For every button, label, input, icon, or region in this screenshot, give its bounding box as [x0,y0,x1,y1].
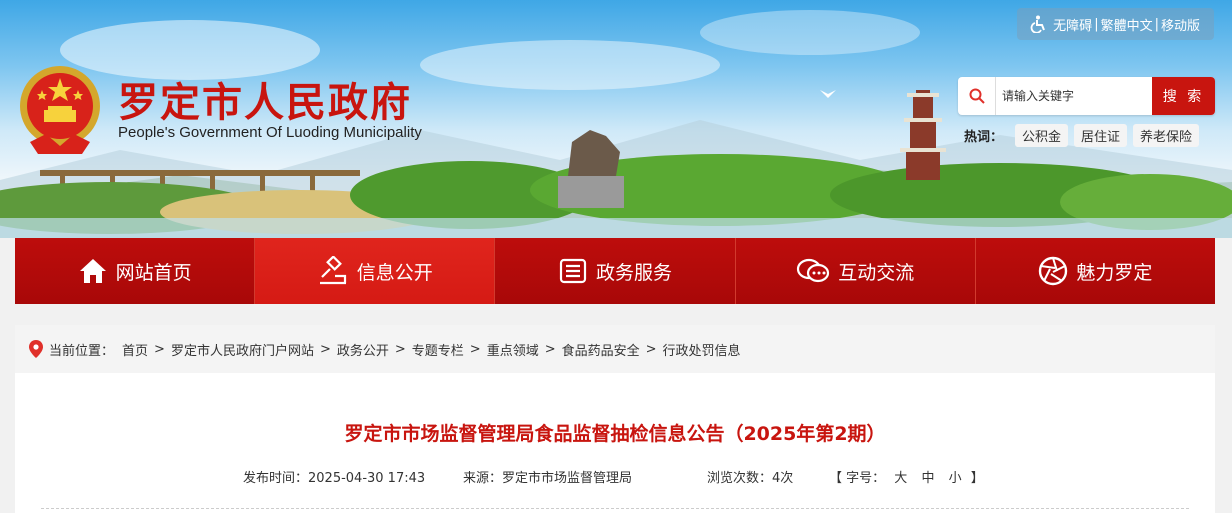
traditional-chinese-link[interactable]: 繁體中文 [1101,15,1153,34]
chat-icon [797,258,830,283]
separator: | [1154,16,1159,32]
search-icon [958,88,995,104]
breadcrumb-separator: > [394,341,406,357]
hot-keywords: 热词： 公积金 居住证 养老保险 [964,124,1205,147]
search-button[interactable]: 搜 索 [1152,77,1215,115]
cloud [420,40,720,90]
breadcrumb-separator: > [154,341,165,357]
main-nav: 网站首页 信息公开 政务服务 互动交流 魅力罗定 [15,238,1216,304]
camera-aperture-icon [1039,256,1068,286]
nav-charming-luoding-label: 魅力罗定 [1076,261,1153,284]
article-title: 罗定市市场监督管理局食品监督抽检信息公告（2025年第2期） [344,423,886,445]
nav-info-disclosure-label: 信息公开 [356,261,433,284]
mobile-version-link[interactable]: 移动版 [1161,15,1200,34]
national-emblem-logo [20,66,100,154]
nav-info-disclosure[interactable]: 信息公开 [255,238,496,304]
font-size-control: 【 字号： 大 中 小 】 [829,467,984,486]
nav-charming-luoding[interactable]: 魅力罗定 [975,238,1216,304]
hot-tag-residence-permit[interactable]: 居住证 [1074,124,1128,147]
breadcrumb-separator: > [319,341,331,357]
breadcrumb: 当前位置： 首页 > 罗定市人民政府门户网站 > 政务公开 > 专题专栏 > 重… [15,325,1215,373]
nav-interaction[interactable]: 互动交流 [735,238,976,304]
hot-tag-pension-insurance[interactable]: 养老保险 [1133,124,1200,147]
gavel-icon [319,256,346,285]
search-box: 搜 索 [958,77,1215,115]
font-size-small[interactable]: 小 [949,471,962,486]
hot-keywords-label: 热词： [964,130,1004,145]
nav-interaction-label: 互动交流 [838,261,915,284]
breadcrumb-link[interactable]: 食品药品安全 [562,340,640,359]
breadcrumb-link[interactable]: 行政处罚信息 [663,340,741,359]
nav-government-services-label: 政务服务 [596,261,673,284]
font-size-open: 【 字号： [829,471,886,486]
search-input[interactable] [995,77,1153,115]
font-size-large[interactable]: 大 [894,471,907,486]
article-source: 来源：罗定市市场监督管理局 [463,471,633,486]
cloud [700,10,920,55]
nav-home[interactable]: 网站首页 [15,238,256,304]
site-title: 罗定市人民政府 [118,79,412,126]
breadcrumb-link[interactable]: 政务公开 [337,340,389,359]
publish-time: 发布时间：2025-04-30 17:43 [243,471,426,486]
font-size-medium[interactable]: 中 [921,471,934,486]
breadcrumb-separator: > [645,341,657,357]
home-icon [79,259,106,283]
article-container: 罗定市市场监督管理局食品监督抽检信息公告（2025年第2期） 发布时间：2025… [15,373,1215,513]
hot-tag-housing-fund[interactable]: 公积金 [1015,124,1069,147]
font-size-close: 】 [970,471,984,486]
breadcrumb-link[interactable]: 罗定市人民政府门户网站 [171,340,314,359]
nav-home-label: 网站首页 [115,261,192,284]
separator: | [1094,16,1099,32]
breadcrumb-label: 当前位置： [49,343,115,359]
breadcrumb-link[interactable]: 首页 [122,340,148,359]
accessibility-bar: 无障碍 | 繁體中文 | 移动版 [1017,8,1214,40]
breadcrumb-separator: > [544,341,556,357]
breadcrumb-link[interactable]: 重点领域 [487,340,539,359]
site-subtitle: People's Government Of Luoding Municipal… [118,124,422,141]
article-meta: 发布时间：2025-04-30 17:43 来源：罗定市市场监督管理局 浏览次数… [243,467,984,486]
breadcrumb-link[interactable]: 专题专栏 [412,340,464,359]
nav-government-services[interactable]: 政务服务 [495,238,736,304]
wheelchair-icon [1030,15,1046,33]
divider [41,508,1189,509]
accessibility-link[interactable]: 无障碍 [1053,15,1092,34]
breadcrumb-separator: > [469,341,481,357]
header-banner: 无障碍 | 繁體中文 | 移动版 罗定市人民政府 People's Govern… [0,0,1232,238]
view-count: 浏览次数：4次 [707,471,794,486]
list-icon [559,258,587,284]
location-pin-icon [29,340,43,358]
